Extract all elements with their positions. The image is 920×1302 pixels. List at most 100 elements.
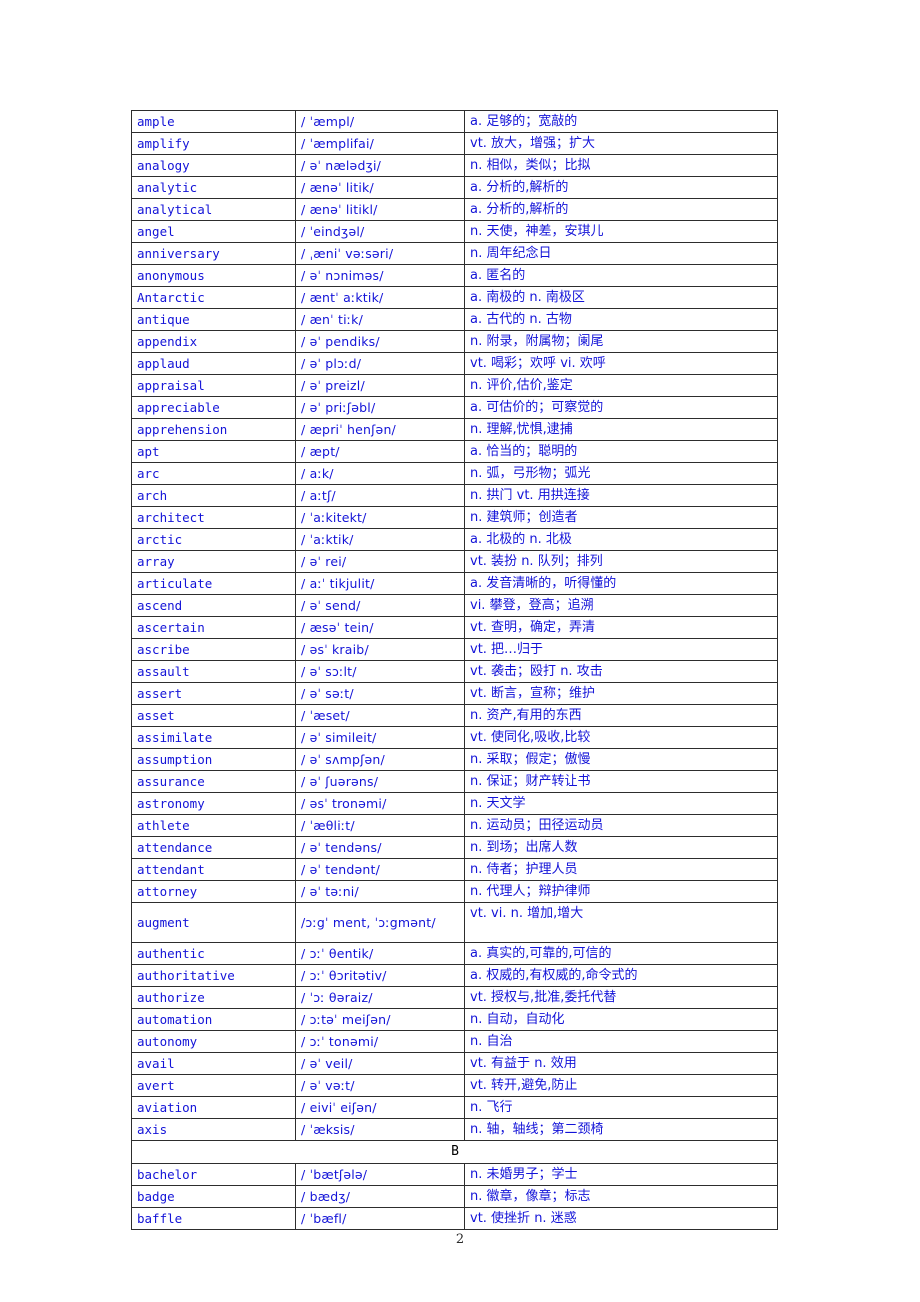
word-cell: analogy [131,154,296,177]
definition-cell: a. 真实的,可靠的,可信的 [464,942,778,965]
definition-cell: n. 资产,有用的东西 [464,704,778,727]
phonetic-cell: / əsˈ tronəmi/ [295,792,465,815]
phonetic-cell: / aːk/ [295,462,465,485]
table-row: angel / ˈeindʒəl/n. 天使，神差，安琪儿 [131,220,778,243]
table-row: asset / ˈæset/n. 资产,有用的东西 [131,704,778,727]
word-cell: appraisal [131,374,296,397]
table-row: assault / əˈ sɔːlt/vt. 袭击；殴打 n. 攻击 [131,660,778,683]
definition-cell: n. 拱门 vt. 用拱连接 [464,484,778,507]
definition-cell: n. 天使，神差，安琪儿 [464,220,778,243]
table-row: augment/ɔːgˈ ment, ˈɔːgmənt/vt. vi. n. 增… [131,902,778,943]
word-cell: avert [131,1074,296,1097]
phonetic-cell: / ˈbætʃələ/ [295,1163,465,1186]
word-cell: anonymous [131,264,296,287]
phonetic-cell: / əˈ pendiks/ [295,330,465,353]
word-cell: appendix [131,330,296,353]
word-cell: baffle [131,1207,296,1230]
table-row: appraisal / əˈ preizl/n. 评价,估价,鉴定 [131,374,778,397]
word-cell: attorney [131,880,296,903]
word-cell: aviation [131,1096,296,1119]
word-cell: attendant [131,858,296,881]
phonetic-cell: / ˈæset/ [295,704,465,727]
definition-cell: a. 南极的 n. 南极区 [464,286,778,309]
definition-cell: vt. vi. n. 增加,增大 [464,902,778,943]
word-cell: array [131,550,296,573]
word-cell: automation [131,1008,296,1031]
table-row: amplify / ˈæmplifai/vt. 放大，增强；扩大 [131,132,778,155]
word-cell: analytic [131,176,296,199]
table-row: aviation / eiviˈ eiʃən/n. 飞行 [131,1096,778,1119]
phonetic-cell: / əˈ veil/ [295,1052,465,1075]
definition-cell: n. 建筑师；创造者 [464,506,778,529]
word-cell: analytical [131,198,296,221]
table-row: baffle / ˈbæfl/vt. 使挫折 n. 迷惑 [131,1207,778,1230]
table-row: architect / ˈaːkitekt/n. 建筑师；创造者 [131,506,778,529]
word-cell: assumption [131,748,296,771]
table-row: arctic / ˈaːktik/a. 北极的 n. 北极 [131,528,778,551]
definition-cell: n. 飞行 [464,1096,778,1119]
table-row: apt / æpt/a. 恰当的；聪明的 [131,440,778,463]
definition-cell: vt. 授权与,批准,委托代替 [464,986,778,1009]
word-cell: arctic [131,528,296,551]
word-cell: assurance [131,770,296,793]
table-row: authorize / ˈɔː θəraiz/vt. 授权与,批准,委托代替 [131,986,778,1009]
word-cell: authorize [131,986,296,1009]
table-row: attorney / əˈ təːni/n. 代理人；辩护律师 [131,880,778,903]
phonetic-cell: / ˈaːktik/ [295,528,465,551]
word-cell: axis [131,1118,296,1141]
definition-cell: n. 采取；假定；傲慢 [464,748,778,771]
table-row: authoritative / ɔːˈ θɔritətiv/a. 权威的,有权威的… [131,964,778,987]
table-row: array / əˈ rei/vt. 装扮 n. 队列；排列 [131,550,778,573]
definition-cell: vt. 转开,避免,防止 [464,1074,778,1097]
table-row: analytical / ænəˈ litikl/a. 分析的,解析的 [131,198,778,221]
definition-cell: n. 评价,估价,鉴定 [464,374,778,397]
phonetic-cell: / əˈ send/ [295,594,465,617]
table-row: apprehension / æpriˈ henʃən/n. 理解,忧惧,逮捕 [131,418,778,441]
phonetic-cell: / ˈɔː θəraiz/ [295,986,465,1009]
vocabulary-table-body: ample / ˈæmpl/a. 足够的；宽敲的 amplify / ˈæmplifa… [131,110,778,1230]
phonetic-cell: / əˈ səːt/ [295,682,465,705]
definition-cell: n. 天文学 [464,792,778,815]
phonetic-cell: / ɔːˈ θɔritətiv/ [295,964,465,987]
table-row: badge / bædʒ/n. 徽章，像章；标志 [131,1185,778,1208]
definition-cell: vt. 放大，增强；扩大 [464,132,778,155]
table-row: analogy / əˈ nælədʒi/n. 相似，类似；比拟 [131,154,778,177]
table-row: avail / əˈ veil/vt. 有益于 n. 效用 [131,1052,778,1075]
phonetic-cell: / əˈ nælədʒi/ [295,154,465,177]
table-row: anonymous / əˈ nɔniməs/a. 匿名的 [131,264,778,287]
phonetic-cell: / əˈ vəːt/ [295,1074,465,1097]
definition-cell: a. 北极的 n. 北极 [464,528,778,551]
word-cell: applaud [131,352,296,375]
phonetic-cell: / əˈ priːʃəbl/ [295,396,465,419]
definition-cell: vt. 袭击；殴打 n. 攻击 [464,660,778,683]
definition-cell: n. 徽章，像章；标志 [464,1185,778,1208]
section-divider-row: B [131,1140,778,1164]
table-row: applaud / əˈ plɔːd/vt. 喝彩；欢呼 vi. 欢呼 [131,352,778,375]
phonetic-cell: / əsˈ kraib/ [295,638,465,661]
vocabulary-table: ample / ˈæmpl/a. 足够的；宽敲的 amplify / ˈæmplifa… [131,110,778,1230]
table-row: ascertain / æsəˈ tein/vt. 查明，确定，弄清 [131,616,778,639]
definition-cell: a. 分析的,解析的 [464,176,778,199]
phonetic-cell: / əˈ sɔːlt/ [295,660,465,683]
table-row: ascribe / əsˈ kraib/vt. 把…归于 [131,638,778,661]
phonetic-cell: / ˈæksis/ [295,1118,465,1141]
table-row: ascend / əˈ send/vi. 攀登，登高；追溯 [131,594,778,617]
word-cell: assert [131,682,296,705]
phonetic-cell: / aːˈ tikjulit/ [295,572,465,595]
word-cell: ample [131,110,296,133]
phonetic-cell: / æsəˈ tein/ [295,616,465,639]
definition-cell: a. 匿名的 [464,264,778,287]
definition-cell: vt. 把…归于 [464,638,778,661]
phonetic-cell: / ɔːtəˈ meiʃən/ [295,1008,465,1031]
definition-cell: vt. 装扮 n. 队列；排列 [464,550,778,573]
definition-cell: n. 轴，轴线；第二颈椅 [464,1118,778,1141]
definition-cell: vi. 攀登，登高；追溯 [464,594,778,617]
phonetic-cell: / aːtʃ/ [295,484,465,507]
table-row: axis / ˈæksis/n. 轴，轴线；第二颈椅 [131,1118,778,1141]
definition-cell: a. 古代的 n. 古物 [464,308,778,331]
word-cell: astronomy [131,792,296,815]
table-row: assurance / əˈ ʃuərəns/n. 保证；财产转让书 [131,770,778,793]
phonetic-cell: / ˌæniˈ vəːsəri/ [295,242,465,265]
word-cell: assault [131,660,296,683]
word-cell: appreciable [131,396,296,419]
